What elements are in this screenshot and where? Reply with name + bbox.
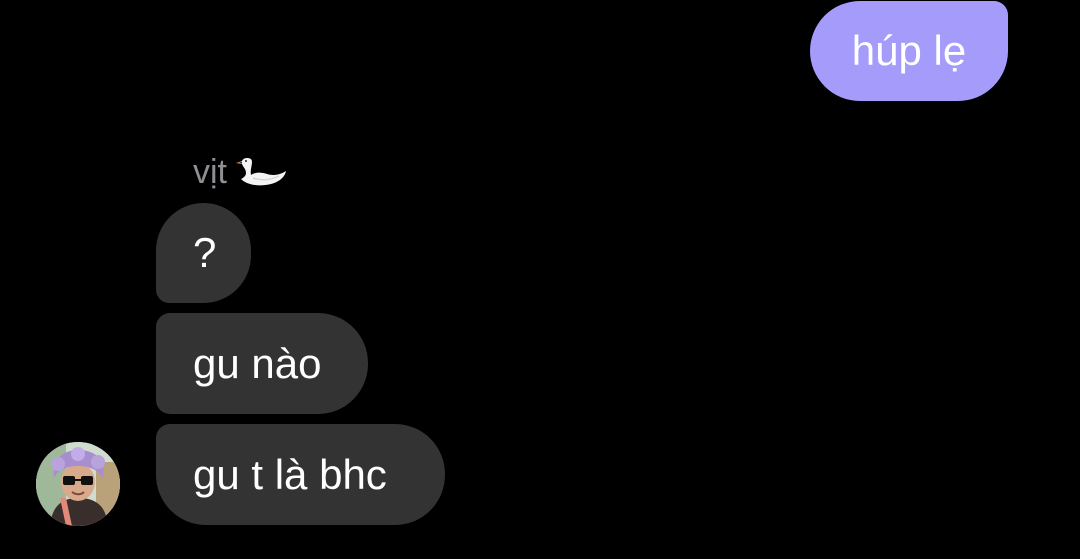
incoming-message-bubble[interactable]: gu nào: [156, 313, 368, 414]
message-text: ?: [193, 229, 217, 276]
sender-name-label: vịt: [193, 152, 289, 192]
avatar-image: [36, 442, 120, 526]
message-text: gu t là bhc: [193, 450, 387, 498]
sender-name-text: vịt: [193, 152, 227, 191]
swan-icon: [233, 152, 289, 192]
message-text: gu nào: [193, 339, 322, 387]
message-text: húp lẹ: [851, 27, 967, 74]
incoming-message-bubble[interactable]: gu t là bhc: [156, 424, 445, 525]
incoming-message-bubble[interactable]: ?: [156, 203, 251, 303]
outgoing-message-bubble[interactable]: húp lẹ: [810, 1, 1008, 101]
user-avatar[interactable]: [36, 442, 120, 526]
